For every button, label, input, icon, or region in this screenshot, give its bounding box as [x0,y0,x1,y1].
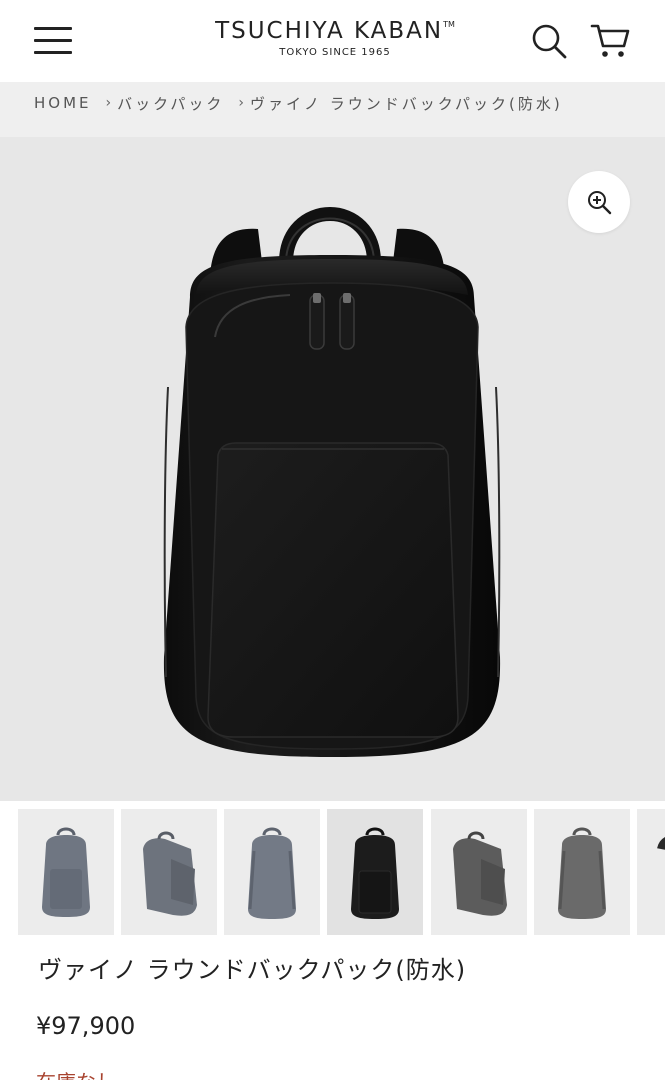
thumbnail-5[interactable] [431,809,527,935]
breadcrumb-home-link[interactable]: HOME [34,94,92,112]
product-main-image[interactable] [0,137,665,801]
brand-tagline: TOKYO SINCE 1965 [279,47,391,58]
breadcrumb-separator: › [238,95,244,111]
breadcrumb-current: ヴァイノ ラウンドバックパック(防水) [250,94,563,113]
breadcrumb-separator: › [105,95,112,111]
thumbnail-4-selected[interactable] [327,809,423,935]
stock-status: 在庫なし [36,1066,116,1080]
product-title: ヴァイノ ラウンドバックパック(防水) [38,956,467,984]
thumbnail-2[interactable] [121,809,217,935]
zoom-in-icon[interactable] [568,171,630,233]
search-icon[interactable] [530,22,568,60]
thumbnail-strip [0,801,665,941]
thumbnail-3[interactable] [224,809,320,935]
breadcrumb: HOME › バックパック › ヴァイノ ラウンドバックパック(防水) [0,82,665,137]
product-price: ¥97,900 [36,1012,136,1040]
backpack-image [163,207,501,757]
breadcrumb-backpack-link[interactable]: バックパック [117,93,224,114]
thumbnail-7[interactable] [637,809,665,935]
brand-logo[interactable]: TSUCHIYA KABANTM TOKYO SINCE 1965 [190,18,480,58]
trademark-mark: TM [443,20,455,29]
thumbnail-1[interactable] [18,809,114,935]
thumbnail-6[interactable] [534,809,630,935]
menu-icon[interactable] [34,27,72,55]
cart-icon[interactable] [590,22,632,60]
site-header: TSUCHIYA KABANTM TOKYO SINCE 1965 [0,0,665,82]
brand-name: TSUCHIYA KABANTM [215,18,455,44]
